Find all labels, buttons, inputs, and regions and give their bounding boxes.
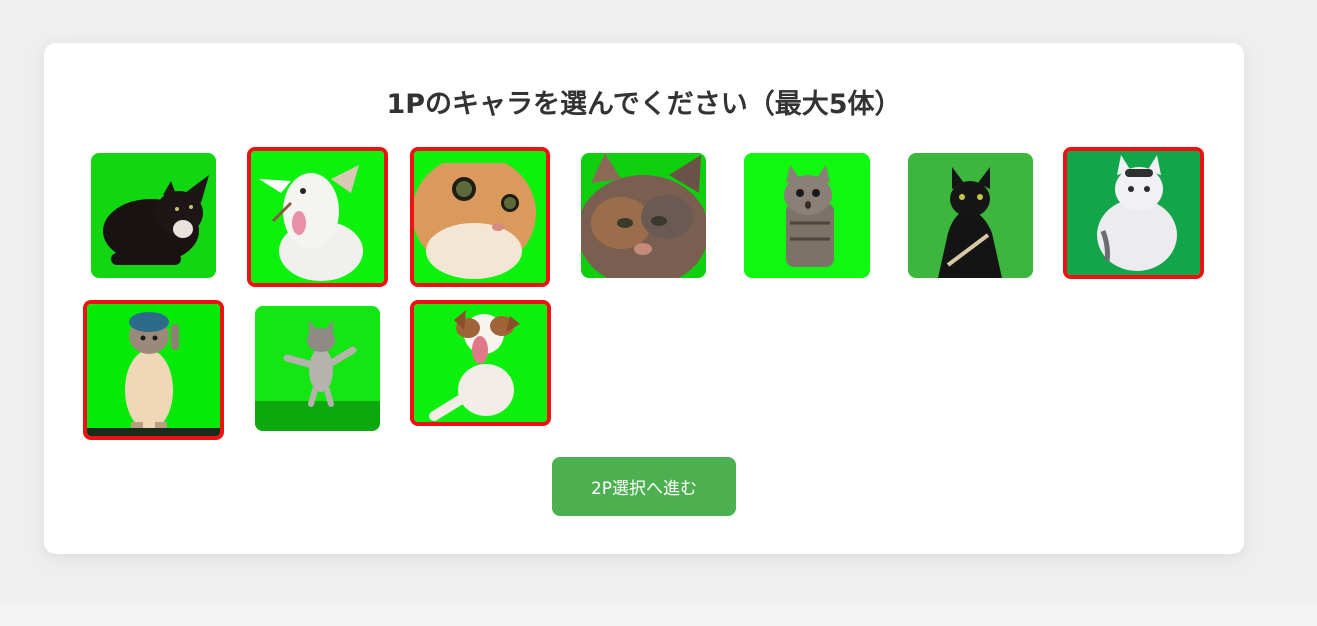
black-cat-sitting-icon xyxy=(908,153,1033,278)
jack-russell-dog-icon xyxy=(414,304,547,422)
tabby-kitten-shocked-icon xyxy=(744,153,870,278)
character-tile-tabby-kitten[interactable] xyxy=(744,153,870,278)
character-tile-dog[interactable] xyxy=(410,300,551,426)
page-title: 1Pのキャラを選んでください（最大5体） xyxy=(386,89,902,120)
character-tile-cat-with-cap[interactable] xyxy=(83,300,224,440)
character-tile-black-cat-sitting[interactable] xyxy=(908,153,1033,278)
character-tile-white-cat[interactable] xyxy=(1063,147,1204,279)
black-cat-lying-icon xyxy=(91,153,216,278)
white-cat-sitting-icon xyxy=(1067,151,1200,275)
orange-cat-closeup-icon xyxy=(414,151,546,283)
tortoiseshell-cat-face-icon xyxy=(581,153,706,278)
next-to-2p-button[interactable]: 2P選択へ進む xyxy=(552,457,736,516)
character-tile-small-kitten[interactable] xyxy=(255,306,380,431)
goat-tongue-icon xyxy=(251,151,384,283)
character-tile-goat[interactable] xyxy=(247,147,388,287)
small-kitten-dancing-icon xyxy=(255,306,380,431)
character-select-card: 1Pのキャラを選んでください（最大5体） 2P選択へ進む xyxy=(44,43,1244,554)
character-tile-tortoiseshell-cat[interactable] xyxy=(581,153,706,278)
cat-with-cap-standing-icon xyxy=(87,304,220,436)
page-footer-strip xyxy=(0,604,1317,626)
character-tile-black-cat[interactable] xyxy=(91,153,216,278)
character-tile-orange-cat[interactable] xyxy=(410,147,550,287)
